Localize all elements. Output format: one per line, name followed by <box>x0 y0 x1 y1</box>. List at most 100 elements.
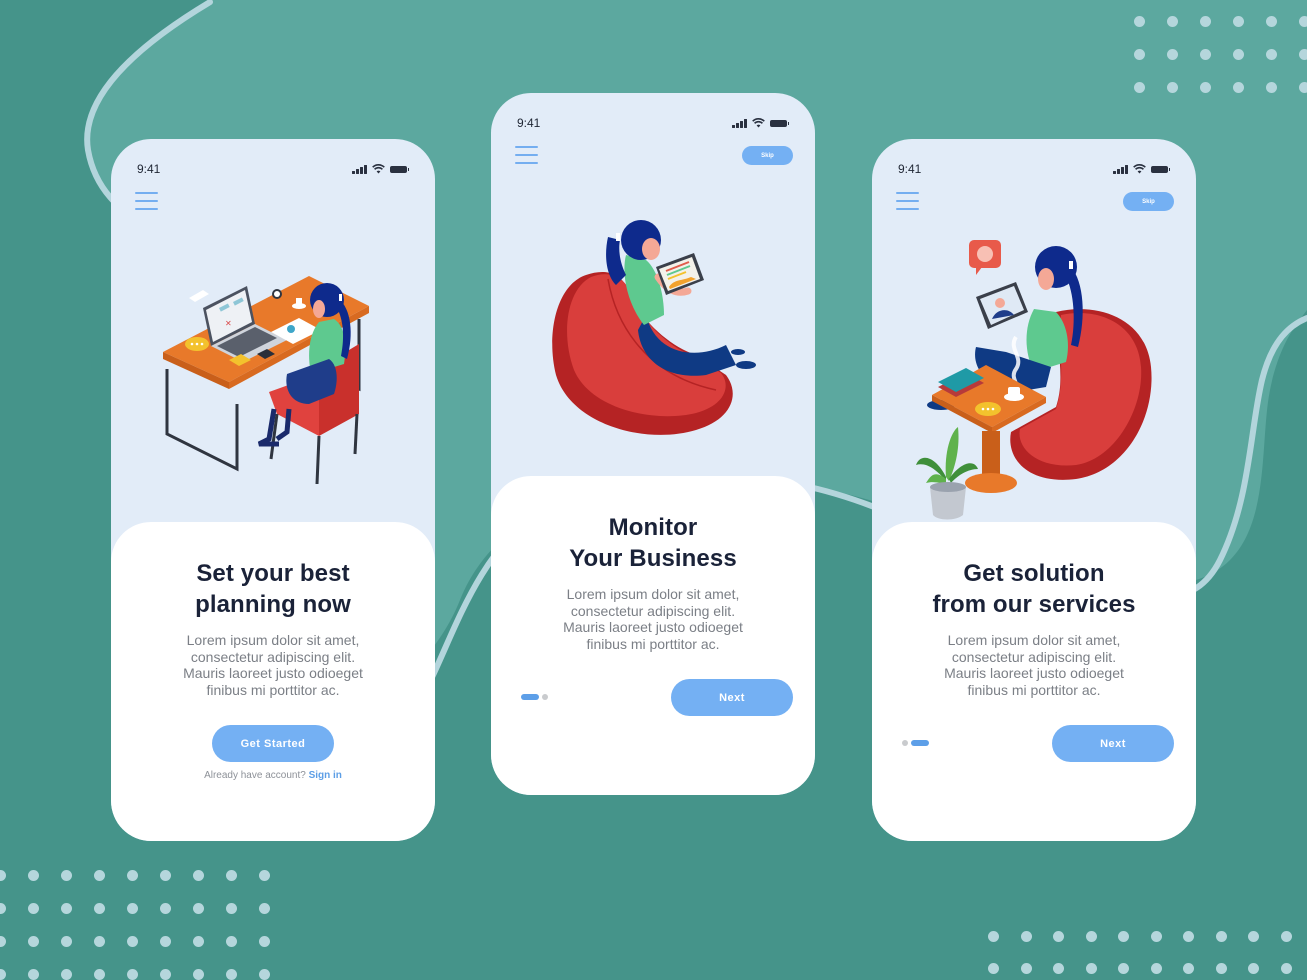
decorative-dot <box>1167 49 1178 60</box>
description-line: consectetur adipiscing elit. <box>190 648 356 665</box>
screen-description: Lorem ipsum dolor sit amet, consectetur … <box>111 632 435 698</box>
next-button[interactable]: Next <box>671 679 793 716</box>
description-line: finibus mi porttitor ac. <box>206 681 340 698</box>
decorative-dot <box>28 969 39 980</box>
description-line: finibus mi porttitor ac. <box>586 635 720 652</box>
screen-description: Lorem ipsum dolor sit amet, consectetur … <box>491 586 815 652</box>
wifi-icon <box>1132 164 1146 174</box>
bean-bag-tablet-illustration <box>552 220 756 435</box>
battery-icon <box>389 165 409 173</box>
description-line: finibus mi porttitor ac. <box>967 681 1101 698</box>
hamburger-menu-icon[interactable] <box>135 192 158 210</box>
dot-pattern-bottom-right <box>988 931 1292 974</box>
title-line-1: Monitor <box>608 514 698 541</box>
decorative-dot <box>1233 49 1244 60</box>
decorative-dot <box>1280 963 1292 974</box>
decorative-dot <box>1134 49 1145 60</box>
decorative-dot <box>1134 82 1145 93</box>
title-line-1: Get solution <box>963 560 1105 587</box>
decorative-dot <box>193 936 204 947</box>
skip-button[interactable]: Skip <box>1123 192 1174 211</box>
description-line: Lorem ipsum dolor sit amet, <box>566 586 740 602</box>
decorative-dot <box>193 969 204 980</box>
status-time: 9:41 <box>898 162 922 176</box>
description-line: Mauris laoreet justo odioeget <box>944 665 1124 681</box>
page-dot[interactable] <box>902 740 908 746</box>
decorative-dot <box>127 870 138 881</box>
decorative-dot <box>226 969 237 980</box>
decorative-dot <box>1248 931 1259 942</box>
decorative-dot <box>28 903 39 914</box>
status-bar: 9:41 <box>517 115 789 131</box>
status-time: 9:41 <box>517 116 541 130</box>
decorative-dot <box>160 870 171 881</box>
description-line: consectetur adipiscing elit. <box>951 648 1117 665</box>
decorative-dot <box>259 870 270 881</box>
decorative-dot <box>61 903 72 914</box>
page-indicator <box>902 740 929 746</box>
decorative-dot <box>1183 963 1194 974</box>
decorative-dot <box>0 969 6 980</box>
decorative-dot <box>193 870 204 881</box>
screen-title: Set your best planning now <box>111 558 435 620</box>
page-dot[interactable] <box>542 694 548 700</box>
description-line: Lorem ipsum dolor sit amet, <box>186 632 360 648</box>
decorative-dot <box>1266 16 1277 27</box>
screen-title: Get solution from our services <box>872 558 1196 620</box>
decorative-dot <box>259 969 270 980</box>
desk-work-illustration: ✕ <box>163 276 369 485</box>
dot-pattern-top-right <box>1134 16 1307 93</box>
description-line: Mauris laoreet justo odioeget <box>563 619 743 635</box>
decorative-dot <box>94 969 105 980</box>
decorative-dot <box>1215 963 1227 974</box>
hamburger-menu-icon[interactable] <box>896 192 919 210</box>
svg-text:✕: ✕ <box>225 319 232 328</box>
decorative-dot <box>1299 16 1307 27</box>
title-line-1: Set your best <box>196 560 350 587</box>
page-dot-active[interactable] <box>521 694 539 700</box>
decorative-dot <box>1248 963 1259 974</box>
decorative-dot <box>1215 931 1227 942</box>
decorative-dot <box>94 903 105 914</box>
screen-title: Monitor Your Business <box>491 512 815 574</box>
decorative-dot <box>28 870 39 881</box>
skip-button[interactable]: Skip <box>742 146 793 165</box>
next-button[interactable]: Next <box>1052 725 1174 762</box>
description-line: consectetur adipiscing elit. <box>570 602 736 619</box>
decorative-dot <box>226 936 237 947</box>
title-line-2: from our services <box>932 591 1136 618</box>
description-line: Lorem ipsum dolor sit amet, <box>947 632 1121 648</box>
sign-in-link[interactable]: Sign in <box>309 770 342 781</box>
wifi-icon <box>371 164 385 174</box>
decorative-dot <box>1299 49 1307 60</box>
decorative-dot <box>127 936 138 947</box>
onboarding-screen-3: 9:41 Skip Get solution from our services… <box>872 139 1196 841</box>
page-dot-active[interactable] <box>911 740 929 746</box>
dot-pattern-bottom-left <box>0 870 270 980</box>
decorative-dot <box>1183 931 1194 942</box>
decorative-dot <box>160 969 171 980</box>
decorative-dot <box>1085 931 1097 942</box>
decorative-dot <box>988 931 999 942</box>
decorative-dot <box>127 969 138 980</box>
wifi-icon <box>751 118 765 128</box>
decorative-dot <box>0 936 6 947</box>
title-line-2: planning now <box>195 591 351 618</box>
status-bar: 9:41 <box>137 161 409 177</box>
hamburger-menu-icon[interactable] <box>515 146 538 164</box>
decorative-dot <box>226 870 237 881</box>
decorative-dot <box>61 870 72 881</box>
content-card: Get solution from our services Lorem ips… <box>872 522 1196 841</box>
cellular-signal-icon <box>1113 164 1128 174</box>
screen-description: Lorem ipsum dolor sit amet, consectetur … <box>872 632 1196 698</box>
decorative-dot <box>259 936 270 947</box>
onboarding-screen-2: 9:41 Skip Monitor Your Business Lorem ip… <box>491 93 815 795</box>
decorative-dot <box>1200 82 1211 93</box>
video-call-illustration <box>916 240 1152 520</box>
decorative-dot <box>160 936 171 947</box>
cellular-signal-icon <box>732 118 747 128</box>
content-card: Set your best planning now Lorem ipsum d… <box>111 522 435 841</box>
get-started-button[interactable]: Get Started <box>212 725 334 762</box>
decorative-dot <box>1280 931 1292 942</box>
page-indicator <box>521 694 548 700</box>
